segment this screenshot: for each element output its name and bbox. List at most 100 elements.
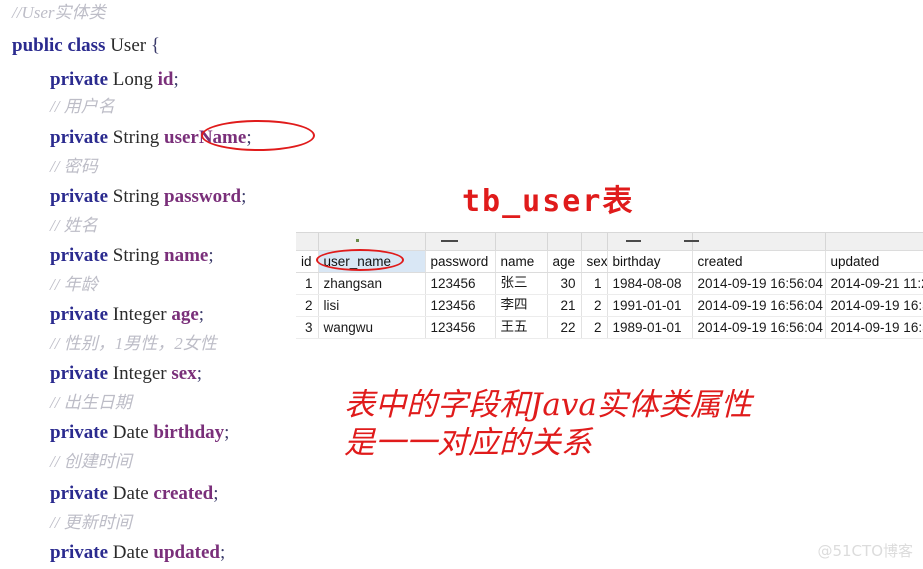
code-type: User (110, 35, 147, 56)
grid-column-header-name[interactable]: name (495, 251, 548, 273)
grid-cell-password[interactable]: 123456 (425, 272, 496, 295)
grid-cell-name[interactable]: 张三 (495, 272, 548, 295)
code-line: //User实体类 (0, 4, 330, 21)
code-punct: ; (208, 245, 214, 266)
table-row[interactable]: 1 zhangsan 123456 张三 30 1 1984-08-08 2014-09-19… (296, 272, 923, 295)
code-keyword: private (50, 245, 109, 266)
code-line-content: // 年龄 (0, 275, 98, 294)
grid-column-header-user_name[interactable]: user_name (318, 251, 426, 273)
code-punct: ; (198, 304, 205, 325)
code-type: String (112, 127, 160, 148)
code-field-name: updated (153, 542, 220, 563)
code-field-name: created (153, 483, 214, 504)
code-line-content: private Date birthday; (0, 422, 229, 443)
grid-column-header-sex[interactable]: sex (581, 251, 608, 273)
code-comment: // 创建时间 (50, 452, 132, 471)
code-line-content: //User实体类 (0, 3, 106, 22)
code-line-content: // 姓名 (0, 216, 98, 235)
code-line: // 年龄 (0, 276, 330, 293)
code-field-name: id (157, 69, 174, 90)
grid-column-header-password[interactable]: password (425, 251, 496, 273)
code-punct: ; (246, 127, 252, 148)
grid-cell-user_name[interactable]: wangwu (318, 316, 426, 339)
tb-user-table-title: tb_user表 (462, 184, 635, 219)
code-keyword: private (50, 483, 109, 504)
grid-cell-created[interactable]: 2014-09-19 16:56:04 (692, 316, 826, 339)
code-punct: ; (224, 422, 230, 443)
relationship-annotation-text: 表中的字段和Java实体类属性 是一一对应的关系 (344, 387, 752, 461)
grid-cell-updated[interactable]: 2014-09-21 11:24:59 (825, 272, 923, 295)
grid-cell-birthday[interactable]: 1991-01-01 (607, 294, 693, 317)
grid-column-header-id[interactable]: id (296, 251, 319, 273)
code-line: // 更新时间 (0, 514, 330, 531)
grid-column-header-created[interactable]: created (692, 251, 826, 273)
code-keyword: private (50, 69, 109, 90)
code-line: private String userName; (0, 128, 330, 147)
code-keyword: private (50, 422, 109, 443)
code-field-name: name (164, 245, 209, 266)
code-field-name: password (164, 186, 242, 207)
grid-cell-sex[interactable]: 2 (581, 294, 608, 317)
code-comment: //User实体类 (12, 3, 106, 22)
code-line: private Long id; (0, 70, 330, 89)
grid-cell-name[interactable]: 王五 (495, 316, 548, 339)
table-row[interactable]: 3 wangwu 123456 王五 22 2 1989-01-01 2014-09-19 1… (296, 316, 923, 339)
code-line-content: // 出生日期 (0, 393, 132, 412)
grid-cell-age[interactable]: 21 (547, 294, 582, 317)
code-type: Date (112, 542, 149, 563)
grid-cell-updated[interactable]: 2014-09-19 16:56:04 (825, 294, 923, 317)
code-comment: // 用户名 (50, 97, 115, 116)
code-line-content: private Integer age; (0, 304, 204, 325)
grid-cell-created[interactable]: 2014-09-19 16:56:04 (692, 294, 826, 317)
tb-user-data-grid[interactable]: id user_name password name age sex birthday cre… (296, 232, 923, 342)
code-comment: // 性别，1男性，2女性 (50, 334, 217, 353)
code-line-content: // 密码 (0, 157, 98, 176)
grid-cell-sex[interactable]: 2 (581, 316, 608, 339)
table-row[interactable]: 2 lisi 123456 李四 21 2 1991-01-01 2014-09-19 16:… (296, 294, 923, 317)
code-line: private String name; (0, 246, 330, 265)
code-keyword: private (50, 304, 109, 325)
grid-cell-user_name[interactable]: lisi (318, 294, 426, 317)
code-line: // 出生日期 (0, 394, 330, 411)
grid-cell-birthday[interactable]: 1984-08-08 (607, 272, 693, 295)
code-punct: ; (219, 542, 226, 563)
grid-column-header-updated[interactable]: updated (825, 251, 923, 273)
grid-table[interactable]: id user_name password name age sex birthday cre… (296, 251, 923, 339)
grid-cell-password[interactable]: 123456 (425, 316, 496, 339)
grid-column-header-birthday[interactable]: birthday (607, 251, 693, 273)
code-field-name: userName (164, 127, 247, 148)
code-line-content: private String userName; (0, 127, 252, 148)
grid-cell-id[interactable]: 3 (296, 316, 319, 339)
code-line-content: private Date updated; (0, 542, 225, 563)
code-line-content: // 用户名 (0, 97, 115, 116)
grid-column-header-age[interactable]: age (547, 251, 582, 273)
grid-body: 1 zhangsan 123456 张三 30 1 1984-08-08 2014-09-19… (296, 272, 923, 339)
code-punct: ; (196, 363, 202, 384)
grid-cell-user_name[interactable]: zhangsan (318, 272, 426, 295)
code-punct: ; (173, 69, 179, 90)
code-line: private Date created; (0, 484, 330, 503)
code-line-content: private Long id; (0, 69, 179, 90)
code-line: // 性别，1男性，2女性 (0, 335, 330, 352)
grid-cell-id[interactable]: 2 (296, 294, 319, 317)
code-punct: { (150, 35, 160, 56)
code-line: private Integer sex; (0, 364, 330, 383)
grid-cell-updated[interactable]: 2014-09-19 16:56:04 (825, 316, 923, 339)
grid-cell-age[interactable]: 22 (547, 316, 582, 339)
grid-cell-name[interactable]: 李四 (495, 294, 548, 317)
code-field-name: age (171, 304, 199, 325)
grid-cell-age[interactable]: 30 (547, 272, 582, 295)
code-type: String (112, 186, 160, 207)
code-line-content: private String name; (0, 245, 214, 266)
grid-cell-created[interactable]: 2014-09-19 16:56:04 (692, 272, 826, 295)
grid-cell-password[interactable]: 123456 (425, 294, 496, 317)
code-keyword: public (12, 35, 63, 56)
code-comment: // 姓名 (50, 216, 98, 235)
grid-empty-row (296, 339, 923, 342)
grid-cell-sex[interactable]: 1 (581, 272, 608, 295)
grid-cell-birthday[interactable]: 1989-01-01 (607, 316, 693, 339)
grid-cell-id[interactable]: 1 (296, 272, 319, 295)
code-type: Date (112, 422, 149, 443)
code-line: private Date birthday; (0, 423, 330, 442)
code-line: // 创建时间 (0, 453, 330, 470)
